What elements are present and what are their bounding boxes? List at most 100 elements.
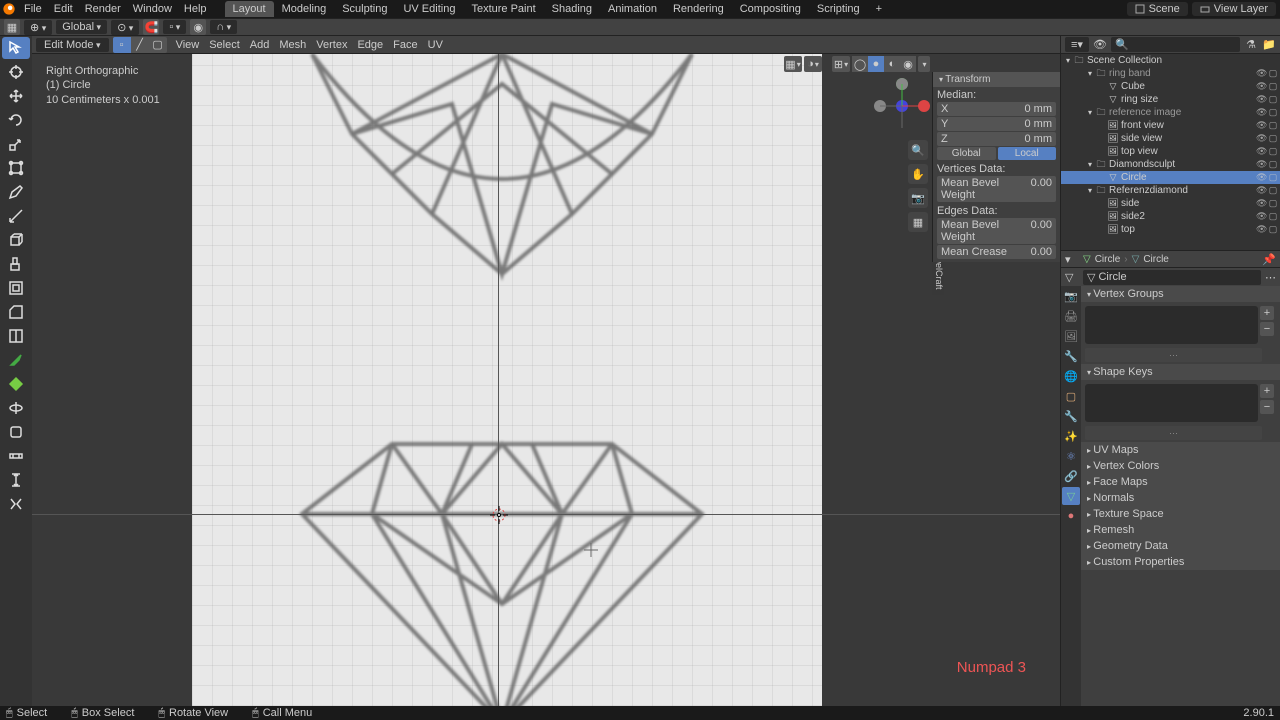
median-y-field[interactable]: Y0 mm: [937, 117, 1056, 131]
outliner-item-side2[interactable]: 🖼side2👁▢: [1061, 210, 1280, 223]
shading-wireframe[interactable]: ◯: [852, 56, 868, 72]
shape-keys-footer[interactable]: ⋯: [1085, 426, 1262, 440]
snap-toggle[interactable]: 🧲: [143, 19, 159, 35]
tab-physics-icon[interactable]: ⚛: [1062, 447, 1080, 465]
outliner-item-side[interactable]: 🖼side👁▢: [1061, 197, 1280, 210]
outliner[interactable]: ▾🗀Scene Collection▾🗀ring band👁▢▽Cube👁▢▽r…: [1061, 54, 1280, 250]
transform-orient-dropdown[interactable]: Global: [56, 20, 107, 34]
mean-bevel-weight-v-field[interactable]: Mean Bevel Weight0.00: [937, 176, 1056, 202]
mode-dropdown[interactable]: Edit Mode: [36, 38, 109, 52]
outliner-root[interactable]: ▾🗀Scene Collection: [1061, 54, 1280, 67]
extrude-tool[interactable]: [2, 253, 30, 275]
persp-ortho-icon[interactable]: ▦: [908, 212, 928, 232]
cursor-tool-dropdown[interactable]: ⊕: [24, 20, 52, 35]
tab-object-icon[interactable]: ▢: [1062, 387, 1080, 405]
edit-menu-select[interactable]: Select: [204, 39, 245, 51]
add-vertex-group-button[interactable]: +: [1260, 306, 1274, 320]
3d-viewport[interactable]: Right Orthographic (1) Circle 10 Centime…: [32, 54, 1060, 706]
shading-options-dropdown[interactable]: [918, 56, 930, 72]
add-workspace-button[interactable]: +: [868, 3, 890, 15]
workspace-tab-compositing[interactable]: Compositing: [732, 1, 809, 17]
workspace-tab-shading[interactable]: Shading: [544, 1, 600, 17]
view-layer-selector[interactable]: View Layer: [1192, 2, 1276, 16]
outliner-item-top[interactable]: 🖼top👁▢: [1061, 223, 1280, 236]
tab-particle-icon[interactable]: ✨: [1062, 427, 1080, 445]
properties-pin-icon[interactable]: 📌: [1262, 253, 1276, 266]
panel-geometry-data[interactable]: Geometry Data: [1081, 538, 1280, 554]
outliner-item-top-view[interactable]: 🖼top view👁▢: [1061, 145, 1280, 158]
navigation-gizmo[interactable]: [874, 78, 930, 134]
outliner-item-ring-band[interactable]: ▾🗀ring band👁▢: [1061, 67, 1280, 80]
workspace-tab-scripting[interactable]: Scripting: [809, 1, 868, 17]
global-button[interactable]: Global: [937, 147, 996, 160]
outliner-new-collection-icon[interactable]: 📁: [1262, 38, 1276, 52]
bevel-tool[interactable]: [2, 301, 30, 323]
vertex-groups-list[interactable]: +−: [1085, 306, 1258, 344]
outliner-filter-icon[interactable]: ⚗: [1244, 38, 1258, 52]
properties-options-icon[interactable]: ⋯: [1265, 271, 1276, 284]
tab-material-icon[interactable]: ●: [1062, 507, 1080, 525]
loop-cut-tool[interactable]: [2, 325, 30, 347]
tab-mesh-data-icon[interactable]: ▽: [1062, 487, 1080, 505]
workspace-tab-animation[interactable]: Animation: [600, 1, 665, 17]
spin-tool[interactable]: [2, 397, 30, 419]
workspace-tab-modeling[interactable]: Modeling: [274, 1, 335, 17]
n-panel-transform-header[interactable]: Transform: [933, 72, 1060, 87]
edit-menu-vertex[interactable]: Vertex: [311, 39, 352, 51]
transform-tool[interactable]: [2, 157, 30, 179]
shrink-fatten-tool[interactable]: [2, 469, 30, 491]
tab-render-icon[interactable]: 📷: [1062, 287, 1080, 305]
edit-menu-view[interactable]: View: [171, 39, 205, 51]
snap-dropdown[interactable]: ▫: [163, 20, 186, 34]
tab-constraint-icon[interactable]: 🔗: [1062, 467, 1080, 485]
panel-uv-maps[interactable]: UV Maps: [1081, 442, 1280, 458]
overlays-dropdown[interactable]: ◑: [804, 56, 822, 72]
properties-datablock-field[interactable]: ▽Circle: [1083, 270, 1261, 285]
menu-edit[interactable]: Edit: [48, 3, 79, 15]
menu-help[interactable]: Help: [178, 3, 213, 15]
inset-tool[interactable]: [2, 277, 30, 299]
edit-menu-add[interactable]: Add: [245, 39, 275, 51]
add-cube-tool[interactable]: [2, 229, 30, 251]
rotate-tool[interactable]: [2, 109, 30, 131]
mesh-display-dropdown[interactable]: ▦: [784, 56, 802, 72]
tab-world-icon[interactable]: 🌐: [1062, 367, 1080, 385]
pivot-dropdown[interactable]: ⊙: [111, 20, 139, 35]
outliner-search-input[interactable]: 🔍: [1111, 37, 1240, 52]
panel-custom-properties[interactable]: Custom Properties: [1081, 554, 1280, 570]
mean-crease-field[interactable]: Mean Crease0.00: [937, 245, 1056, 259]
face-select-mode[interactable]: ▢: [149, 37, 167, 53]
outliner-item-referenzdiamond[interactable]: ▾🗀Referenzdiamond👁▢: [1061, 184, 1280, 197]
outliner-item-circle[interactable]: ▽Circle👁▢: [1061, 171, 1280, 184]
workspace-tab-sculpting[interactable]: Sculpting: [334, 1, 395, 17]
edge-select-mode[interactable]: ╱: [131, 37, 149, 53]
remove-shape-key-button[interactable]: −: [1260, 400, 1274, 414]
smooth-tool[interactable]: [2, 421, 30, 443]
outliner-view-icon[interactable]: 👁: [1093, 38, 1107, 52]
workspace-tab-uv-editing[interactable]: UV Editing: [395, 1, 463, 17]
scale-tool[interactable]: [2, 133, 30, 155]
camera-view-icon[interactable]: 📷: [908, 188, 928, 208]
edit-menu-mesh[interactable]: Mesh: [274, 39, 311, 51]
panel-texture-space[interactable]: Texture Space: [1081, 506, 1280, 522]
add-shape-key-button[interactable]: +: [1260, 384, 1274, 398]
outliner-item-reference-image[interactable]: ▾🗀reference image👁▢: [1061, 106, 1280, 119]
scene-selector[interactable]: Scene: [1127, 2, 1188, 16]
panel-vertex-groups[interactable]: Vertex Groups: [1081, 286, 1280, 302]
edge-slide-tool[interactable]: [2, 445, 30, 467]
shading-solid[interactable]: ●: [868, 56, 884, 72]
rip-tool[interactable]: [2, 493, 30, 515]
workspace-tab-layout[interactable]: Layout: [225, 1, 274, 17]
shading-material[interactable]: ◐: [884, 56, 900, 72]
outliner-item-side-view[interactable]: 🖼side view👁▢: [1061, 132, 1280, 145]
edit-menu-uv[interactable]: UV: [423, 39, 448, 51]
xray-toggle[interactable]: ⊞: [832, 56, 850, 72]
knife-tool[interactable]: [2, 349, 30, 371]
annotate-tool[interactable]: [2, 181, 30, 203]
properties-editor-icon[interactable]: ▾: [1065, 253, 1079, 266]
panel-face-maps[interactable]: Face Maps: [1081, 474, 1280, 490]
remove-vertex-group-button[interactable]: −: [1260, 322, 1274, 336]
measure-tool[interactable]: [2, 205, 30, 227]
pan-icon[interactable]: ✋: [908, 164, 928, 184]
tab-scene-icon[interactable]: 🔧: [1062, 347, 1080, 365]
